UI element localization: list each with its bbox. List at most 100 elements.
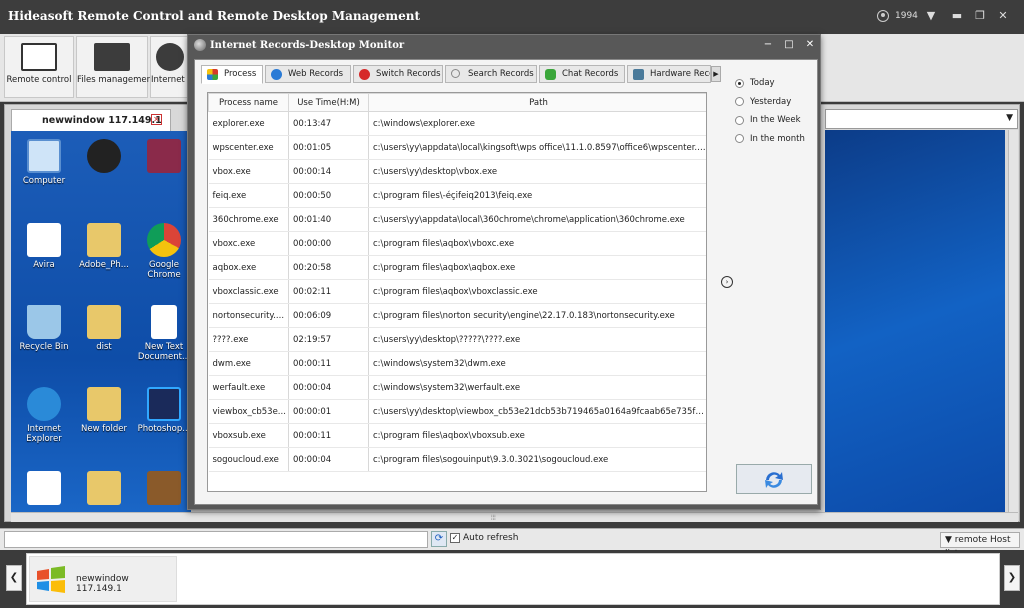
path-cell: c:\users\yy\desktop\?????\????.exe [368, 327, 706, 352]
tab-scroll-right-button[interactable]: ▶ [711, 66, 721, 82]
tab-web-records[interactable]: Web Records [265, 65, 351, 83]
files-management-button[interactable]: Files management [76, 36, 155, 98]
path-cell: c:\program files\aqbox\vboxclassic.exe [368, 279, 706, 304]
dialog-close-icon[interactable]: ✕ [804, 39, 816, 51]
table-row[interactable]: viewbox_cb53e... 00:00:01 c:\users\yy\desk… [208, 399, 706, 424]
desktop-icon-label: Avira [33, 260, 55, 270]
table-row[interactable]: 360chrome.exe 00:01:40 c:\users\yy\appdata… [208, 207, 706, 232]
auto-refresh-label: Auto refresh [463, 533, 519, 543]
host-scroll-left-button[interactable]: ❮ [6, 565, 22, 591]
folder-icon [87, 471, 121, 505]
use-time-cell: 00:13:47 [288, 111, 369, 136]
tab-label: Hardware Records [650, 69, 710, 79]
desktop-icon-recycle-bin[interactable]: Recycle Bin [15, 305, 73, 352]
refresh-small-button[interactable]: ⟳ [431, 531, 447, 547]
computer-icon [27, 139, 61, 173]
remote-host-list-button[interactable]: ▼ remote Host list [940, 532, 1020, 559]
desktop-icon-archive[interactable] [135, 139, 191, 176]
text-file-icon [151, 305, 177, 339]
desktop-icon-avira[interactable]: Avira [15, 223, 73, 270]
tab-switch-records[interactable]: Switch Records [353, 65, 443, 83]
radio-icon [735, 115, 744, 125]
radio-today[interactable]: Today [735, 74, 805, 93]
process-name-cell: nortonsecurity.... [208, 303, 289, 328]
close-tab-icon[interactable]: ✕ [151, 114, 162, 125]
shortcut-file-icon [27, 223, 61, 257]
table-header-row: Process name Use Time(H:M) Path [208, 93, 706, 112]
table-row[interactable]: feiq.exe 00:00:50 c:\program files\-éçifei… [208, 183, 706, 208]
process-table: Process name Use Time(H:M) Path explorer… [207, 92, 707, 492]
folder-add-icon [94, 43, 130, 71]
path-cell: c:\windows\system32\dwm.exe [368, 351, 706, 376]
search-icon [451, 69, 460, 78]
column-header-use-time[interactable]: Use Time(H:M) [288, 93, 369, 112]
tab-hardware-records[interactable]: Hardware Records [627, 65, 711, 83]
dialog-minimize-icon[interactable]: − [762, 39, 774, 51]
process-name-cell: wpscenter.exe [208, 135, 289, 160]
remote-desktop-right-view[interactable] [825, 130, 1005, 512]
table-row[interactable]: nortonsecurity.... 00:06:09 c:\program fil… [208, 303, 706, 328]
desktop-icon-chrome[interactable]: Google Chrome [135, 223, 191, 280]
auto-refresh-checkbox[interactable]: ✓ Auto refresh [450, 533, 518, 543]
paint-icon [27, 471, 61, 505]
table-row[interactable]: dwm.exe 00:00:11 c:\windows\system32\dwm.e… [208, 351, 706, 376]
tab-chat-records[interactable]: Chat Records [539, 65, 625, 83]
tab-search-records[interactable]: Search Records [445, 65, 537, 83]
command-input[interactable] [4, 531, 428, 548]
desktop-icon-adobe[interactable]: Adobe_Ph... [75, 223, 133, 270]
table-row[interactable]: explorer.exe 00:13:47 c:\windows\explorer.… [208, 111, 706, 136]
host-bar: ❮ newwindow 117.149.1 ❯ [0, 551, 1024, 608]
desktop-icon-computer[interactable]: Computer [15, 139, 73, 186]
radio-icon [735, 134, 744, 144]
desktop-icon-label: New Text Document... [137, 342, 191, 362]
dialog-title: Internet Records-Desktop Monitor [210, 39, 405, 51]
desktop-icon-paint[interactable] [15, 471, 73, 508]
desktop-icon-dist[interactable]: dist [75, 305, 133, 352]
radio-label: In the month [750, 133, 805, 144]
radio-in-the-week[interactable]: In the Week [735, 111, 805, 130]
desktop-icon-package[interactable] [135, 471, 191, 508]
desktop-icon-new-text-document[interactable]: New Text Document... [135, 305, 191, 362]
table-row[interactable]: vboxclassic.exe 00:02:11 c:\program files\… [208, 279, 706, 304]
user-menu[interactable]: 1994 [877, 10, 918, 22]
table-row[interactable]: vboxc.exe 00:00:00 c:\program files\aqbox\… [208, 231, 706, 256]
restore-icon[interactable]: ❐ [973, 9, 987, 23]
desktop-icon-qq[interactable] [75, 139, 133, 176]
path-cell: c:\users\yy\desktop\vbox.exe [368, 159, 706, 184]
dialog-maximize-icon[interactable]: □ [783, 39, 795, 51]
close-icon[interactable]: ✕ [996, 9, 1010, 23]
path-cell: c:\program files\-éçifeiq2013\feiq.exe [368, 183, 706, 208]
radio-yesterday[interactable]: Yesterday [735, 93, 805, 112]
photoshop-icon [147, 387, 181, 421]
internet-management-button[interactable]: Internet ma [150, 36, 190, 98]
use-time-cell: 00:00:14 [288, 159, 369, 184]
desktop-icon-label: Adobe_Ph... [79, 260, 129, 270]
desktop-icon-folder[interactable] [75, 471, 133, 508]
table-row[interactable]: sogoucloud.exe 00:00:04 c:\program files\s… [208, 447, 706, 472]
vertical-scrollbar[interactable] [1008, 130, 1018, 512]
table-row[interactable]: wpscenter.exe 00:01:05 c:\users\yy\appdata… [208, 135, 706, 160]
host-item[interactable]: newwindow 117.149.1 [29, 556, 177, 602]
desktop-tab[interactable]: newwindow 117.149.1 ✕ [11, 109, 171, 131]
table-row[interactable]: vboxsub.exe 00:00:11 c:\program files\aqbo… [208, 423, 706, 448]
table-row[interactable]: ????.exe 02:19:57 c:\users\yy\desktop\????… [208, 327, 706, 352]
table-row[interactable]: aqbox.exe 00:20:58 c:\program files\aqbox\… [208, 255, 706, 280]
table-row[interactable]: vbox.exe 00:00:14 c:\users\yy\desktop\vbox… [208, 159, 706, 184]
column-header-process-name[interactable]: Process name [208, 93, 289, 112]
desktop-icon-internet-explorer[interactable]: Internet Explorer [15, 387, 73, 444]
expand-panel-button[interactable]: › [721, 276, 733, 288]
minimize-icon[interactable]: ▬ [950, 9, 964, 23]
desktop-icon-photoshop[interactable]: Photoshop... [135, 387, 191, 434]
host-scroll-right-button[interactable]: ❯ [1004, 565, 1020, 591]
remote-screen-select[interactable]: ▼ [825, 109, 1018, 129]
table-row[interactable]: werfault.exe 00:00:04 c:\windows\system32\… [208, 375, 706, 400]
remote-desktop-view[interactable]: Computer Avira Adobe_Ph... Google Chrome… [11, 131, 191, 512]
remote-control-button[interactable]: Remote control [4, 36, 74, 98]
radio-in-the-month[interactable]: In the month [735, 130, 805, 149]
column-header-path[interactable]: Path [368, 93, 706, 112]
tab-process[interactable]: Process [201, 65, 263, 84]
dropdown-icon[interactable]: ▼ [924, 9, 938, 23]
horizontal-scrollbar[interactable]: ⦙⦙⦙ [11, 512, 1018, 522]
refresh-button[interactable] [736, 464, 812, 494]
desktop-icon-new-folder[interactable]: New folder [75, 387, 133, 434]
